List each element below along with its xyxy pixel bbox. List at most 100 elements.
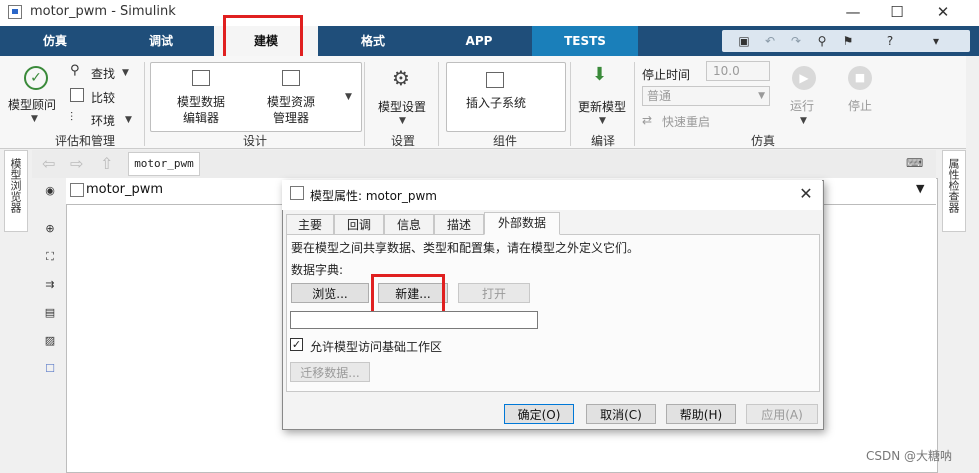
annotation-icon[interactable]: ▤ [42, 306, 58, 320]
divider [438, 62, 439, 146]
dialog-tab-callbacks[interactable]: 回调 [334, 214, 384, 234]
arrow-icon[interactable]: ⇉ [42, 278, 58, 292]
update-model-icon[interactable]: ⬇ [592, 64, 607, 85]
insert-subsystem-label[interactable]: 插入子系统 [466, 94, 526, 111]
fast-restart-label[interactable]: 快速重启 [662, 113, 710, 130]
run-label[interactable]: 运行 [790, 97, 814, 114]
model-advisor-icon[interactable]: ✓ [24, 66, 48, 90]
model-data-editor-label-line2[interactable]: 编辑器 [183, 109, 219, 126]
watermark: CSDN @大糖呐 [866, 449, 953, 463]
dialog-title: 模型属性: motor_pwm [310, 189, 437, 203]
open-dictionary-button[interactable]: 打开 [458, 283, 530, 303]
cancel-button[interactable]: 取消(C) [586, 404, 656, 424]
canvas-model-title: motor_pwm [86, 182, 164, 197]
group-label-simulation: 仿真 [750, 134, 775, 148]
group-label-component: 组件 [492, 134, 517, 148]
area-icon[interactable]: ☐ [42, 362, 58, 376]
zoom-icon[interactable]: ⊕ [42, 222, 58, 236]
fast-restart-icon[interactable]: ⇄ [642, 113, 652, 127]
dialog-close-button[interactable]: ✕ [796, 184, 816, 204]
model-explorer-label-line1[interactable]: 模型资源 [267, 93, 315, 110]
stop-time-input[interactable]: 10.0 [706, 61, 770, 81]
chevron-down-icon[interactable]: ▾ [928, 33, 944, 49]
window-title: motor_pwm - Simulink [30, 4, 176, 19]
up-arrow-icon[interactable]: ⇧ [100, 154, 113, 173]
search-icon[interactable]: ⚲ [814, 33, 830, 49]
model-explorer-icon[interactable] [282, 70, 300, 86]
tab-app[interactable]: APP [440, 26, 518, 56]
divider [634, 62, 635, 146]
divider [364, 62, 365, 146]
chevron-down-icon[interactable]: ▼ [399, 116, 406, 126]
breadcrumb[interactable]: motor_pwm [128, 152, 200, 176]
dialog-tab-description[interactable]: 描述 [434, 214, 484, 234]
base-workspace-checkbox-label[interactable]: 允许模型访问基础工作区 [310, 338, 442, 355]
group-label-compile: 编译 [590, 134, 615, 148]
stop-icon[interactable]: ■ [848, 66, 872, 90]
highlight-box-modeling-tab [223, 15, 303, 60]
tab-debug[interactable]: 调试 [118, 26, 204, 56]
model-data-editor-icon[interactable] [192, 70, 210, 86]
keyboard-icon[interactable]: ⌨ [906, 156, 923, 170]
fit-to-view-icon[interactable]: ⛶ [42, 250, 58, 264]
model-settings-label[interactable]: 模型设置 [378, 98, 426, 115]
redo-icon[interactable]: ↷ [788, 33, 804, 49]
help-icon[interactable]: ? [882, 33, 898, 49]
maximize-button[interactable]: ☐ [882, 2, 912, 22]
tab-simulation[interactable]: 仿真 [14, 26, 96, 56]
group-label-design: 设计 [242, 134, 267, 148]
model-advisor-label[interactable]: 模型顾问 [8, 96, 56, 113]
divider [570, 62, 571, 146]
data-dictionary-label: 数据字典: [291, 263, 344, 277]
subsystem-icon[interactable] [486, 72, 504, 88]
back-arrow-icon[interactable]: ⇦ [42, 154, 55, 173]
run-icon[interactable]: ▶ [792, 66, 816, 90]
environment-label[interactable]: 环境 [91, 112, 115, 129]
chevron-down-icon: ▼ [758, 91, 765, 101]
chevron-down-icon[interactable]: ▼ [800, 116, 807, 126]
minimize-button[interactable]: — [838, 2, 868, 22]
community-icon[interactable]: ⚑ [840, 33, 856, 49]
close-button[interactable]: ✕ [928, 2, 958, 22]
dialog-tab-external-data[interactable]: 外部数据 [484, 212, 560, 235]
migrate-data-button[interactable]: 迁移数据... [290, 362, 370, 382]
ok-button[interactable]: 确定(O) [504, 404, 574, 424]
find-icon[interactable]: ⚲ [70, 63, 80, 78]
chevron-down-icon[interactable]: ▼ [122, 68, 129, 78]
image-icon[interactable]: ▨ [42, 334, 58, 348]
model-data-editor-label-line1[interactable]: 模型数据 [177, 93, 225, 110]
environment-icon[interactable]: ⫶ [70, 110, 73, 125]
data-dictionary-input[interactable] [290, 311, 538, 329]
simulink-app-icon [8, 5, 22, 19]
compare-icon[interactable] [70, 88, 84, 102]
stop-label[interactable]: 停止 [848, 97, 872, 114]
hide-show-explorer-icon[interactable]: ◉ [42, 184, 58, 198]
dialog-tab-info[interactable]: 信息 [384, 214, 434, 234]
stop-time-label: 停止时间 [642, 68, 691, 82]
find-label[interactable]: 查找 [91, 65, 115, 82]
chevron-down-icon[interactable]: ▼ [916, 182, 924, 195]
tab-format[interactable]: 格式 [334, 26, 412, 56]
forward-arrow-icon[interactable]: ⇨ [70, 154, 83, 173]
browse-button[interactable]: 浏览... [291, 283, 369, 303]
group-label-setup: 设置 [390, 134, 415, 148]
apply-button[interactable]: 应用(A) [746, 404, 818, 424]
update-model-label[interactable]: 更新模型 [578, 98, 626, 115]
group-label-evaluate: 评估和管理 [54, 134, 115, 148]
chevron-down-icon[interactable]: ▼ [31, 114, 38, 124]
chevron-down-icon[interactable]: ▼ [599, 116, 606, 126]
tab-tests[interactable]: TESTS [532, 26, 638, 56]
chevron-down-icon[interactable]: ▼ [345, 92, 352, 102]
compare-label[interactable]: 比较 [91, 89, 115, 106]
model-explorer-label-line2[interactable]: 管理器 [273, 109, 309, 126]
help-button[interactable]: 帮助(H) [666, 404, 736, 424]
base-workspace-checkbox[interactable]: ✓ [290, 338, 303, 351]
simulation-mode-value: 普通 [647, 89, 672, 103]
dialog-tab-main[interactable]: 主要 [286, 214, 334, 234]
chevron-down-icon[interactable]: ▼ [125, 115, 132, 125]
undo-icon[interactable]: ↶ [762, 33, 778, 49]
gear-icon[interactable]: ⚙ [392, 66, 410, 90]
simulation-mode-select[interactable]: 普通 ▼ [642, 86, 770, 106]
highlight-box-new-button [371, 274, 445, 316]
save-icon[interactable]: ▣ [736, 33, 752, 49]
